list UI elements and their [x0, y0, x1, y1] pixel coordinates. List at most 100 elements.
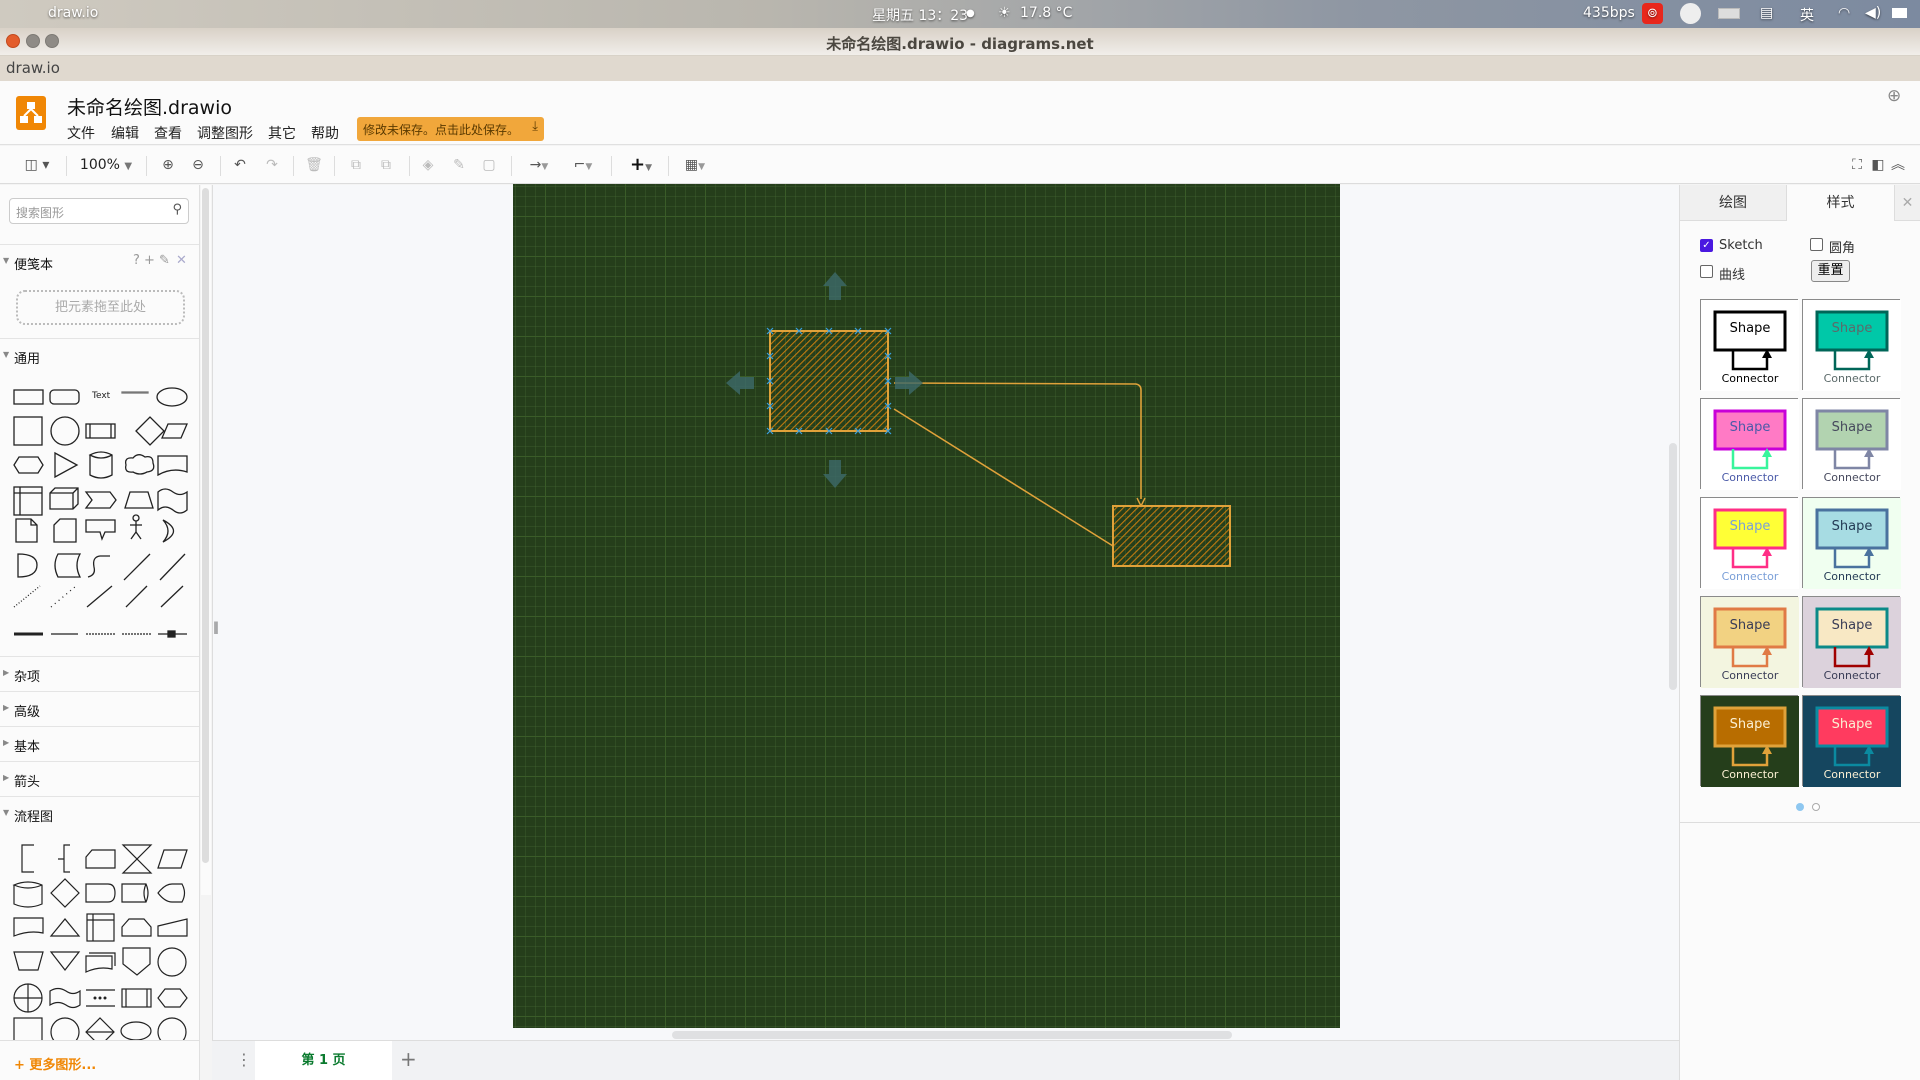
- help-icon[interactable]: ?: [133, 253, 140, 268]
- undo-button[interactable]: ↶: [230, 154, 250, 176]
- style-theme-7[interactable]: Shape Connector: [1700, 596, 1799, 688]
- tab-diagram[interactable]: 绘图: [1680, 185, 1787, 221]
- close-icon[interactable]: ✕: [176, 253, 187, 268]
- fullscreen-button[interactable]: ⛶: [1848, 154, 1866, 176]
- collapse-header-button[interactable]: ︽: [1889, 154, 1907, 176]
- wifi-icon[interactable]: ◠: [1838, 5, 1850, 21]
- keyboard-icon[interactable]: [1718, 8, 1740, 19]
- menu-edit[interactable]: 编辑: [111, 123, 139, 143]
- section-general[interactable]: ▼ 通用: [0, 338, 199, 373]
- edge-arrowhead: [1136, 497, 1146, 508]
- music-app-icon[interactable]: ⊚: [1642, 3, 1663, 24]
- shape-search-input[interactable]: 搜索图形 ⚲: [9, 198, 189, 224]
- style-theme-3[interactable]: Shape Connector: [1700, 398, 1799, 490]
- page-tab-1[interactable]: 第 1 页: [255, 1041, 392, 1080]
- zoom-in-button[interactable]: ⊕: [158, 154, 178, 176]
- theme-page-dot-active[interactable]: [1796, 803, 1804, 811]
- fc-sequential-data: [50, 1017, 80, 1040]
- zoom-select[interactable]: 100% ▼: [76, 154, 136, 176]
- reset-style-button[interactable]: 重置: [1811, 260, 1850, 282]
- scratchpad-title: 便笺本: [14, 258, 54, 273]
- zoom-out-button[interactable]: ⊖: [188, 154, 208, 176]
- toolbar-separator: [334, 156, 335, 176]
- sketch-checkbox[interactable]: ✓: [1700, 239, 1713, 252]
- volume-icon[interactable]: ◀): [1865, 5, 1881, 21]
- style-theme-9[interactable]: Shape Connector: [1700, 695, 1799, 787]
- to-front-button[interactable]: ⧉: [346, 154, 366, 176]
- style-theme-6[interactable]: Shape Connector: [1802, 497, 1901, 589]
- tab-style[interactable]: 样式: [1787, 185, 1894, 221]
- shape-rounded-rectangle: [49, 389, 80, 405]
- horizontal-scrollbar[interactable]: [672, 1031, 1232, 1039]
- waypoints-button[interactable]: ⌐▼: [566, 154, 600, 176]
- scratchpad-section-header[interactable]: ▼ 便笺本 ? + ✎ ✕: [0, 244, 199, 279]
- more-shapes-button[interactable]: + 更多图形...: [14, 1054, 96, 1073]
- theme-page-dot[interactable]: [1812, 803, 1820, 811]
- shape-cube: [49, 487, 79, 510]
- add-icon[interactable]: +: [144, 253, 155, 268]
- menu-arrange[interactable]: 调整图形: [197, 123, 253, 143]
- net-speed[interactable]: 435bps: [1583, 5, 1635, 21]
- battery-icon[interactable]: [1892, 8, 1907, 18]
- scratchpad-drop-zone[interactable]: 把元素拖至此处: [16, 290, 185, 325]
- section-advanced[interactable]: ▶ 高级: [0, 691, 199, 726]
- style-theme-5[interactable]: Shape Connector: [1700, 497, 1799, 589]
- style-theme-2[interactable]: Shape Connector: [1802, 299, 1901, 391]
- shape-square: [13, 416, 43, 446]
- clipboard-icon[interactable]: ▤: [1760, 5, 1773, 21]
- add-page-icon[interactable]: +: [400, 1047, 417, 1071]
- fill-color-button[interactable]: ◈: [418, 154, 438, 176]
- search-icon[interactable]: ⚲: [172, 202, 182, 217]
- os-clock[interactable]: 星期五 13：23: [872, 5, 968, 25]
- shape-bidirectional-arrow: [123, 553, 151, 581]
- menu-file[interactable]: 文件: [67, 123, 95, 143]
- hat-app-icon[interactable]: [1680, 3, 1701, 24]
- curved-checkbox[interactable]: [1700, 265, 1713, 278]
- style-theme-10[interactable]: Shape Connector: [1802, 695, 1901, 787]
- menu-view[interactable]: 查看: [154, 123, 182, 143]
- document-title[interactable]: 未命名绘图.drawio: [67, 93, 232, 120]
- pages-menu-icon[interactable]: ⋮: [236, 1050, 252, 1069]
- unsaved-changes-banner[interactable]: 修改未保存。点击此处保存。 ⤓: [357, 117, 544, 141]
- menu-extras[interactable]: 其它: [268, 123, 296, 143]
- close-panel-icon[interactable]: ✕: [1894, 185, 1920, 221]
- section-misc[interactable]: ▶ 杂项: [0, 656, 199, 691]
- shape-line: [86, 585, 113, 608]
- rounded-checkbox[interactable]: [1810, 238, 1823, 251]
- toggle-format-panel-button[interactable]: ◧: [1869, 154, 1887, 176]
- vertical-scrollbar[interactable]: [1669, 443, 1677, 690]
- delete-button[interactable]: 🗑: [304, 154, 324, 176]
- fc-start-2: [157, 1017, 187, 1040]
- waypoints-icon: ⌐: [573, 157, 586, 173]
- section-arrows[interactable]: ▶ 箭头: [0, 761, 199, 796]
- table-button[interactable]: ▦▼: [678, 154, 712, 176]
- language-globe-icon[interactable]: ⊕: [1887, 86, 1901, 106]
- shape-text[interactable]: Text: [92, 391, 110, 401]
- sidebar-resize-handle[interactable]: ‖: [213, 620, 225, 645]
- section-flowchart[interactable]: ▼ 流程图: [0, 796, 199, 831]
- input-method[interactable]: 英: [1800, 5, 1814, 25]
- app-menu[interactable]: draw.io: [6, 59, 60, 77]
- os-weather[interactable]: 17.8 °C: [1020, 5, 1072, 21]
- to-back-button[interactable]: ⧉: [376, 154, 396, 176]
- format-panel-button[interactable]: ◫ ▾: [20, 154, 54, 176]
- style-theme-1[interactable]: Shape Connector: [1700, 299, 1799, 391]
- shape-note: [15, 518, 38, 543]
- toolbar-separator: [66, 156, 67, 176]
- window-title: 未命名绘图.drawio - diagrams.net: [826, 35, 1094, 53]
- section-basic[interactable]: ▶ 基本: [0, 726, 199, 761]
- style-theme-4[interactable]: Shape Connector: [1802, 398, 1901, 490]
- sidebar-scrollbar[interactable]: [202, 188, 209, 863]
- redo-button[interactable]: ↷: [262, 154, 282, 176]
- shadow-button[interactable]: ▢: [479, 154, 499, 176]
- edit-icon[interactable]: ✎: [159, 253, 170, 268]
- line-color-button[interactable]: ✎: [448, 154, 470, 176]
- fc-extract: [49, 918, 81, 937]
- search-placeholder: 搜索图形: [16, 206, 65, 220]
- menu-help[interactable]: 帮助: [311, 123, 339, 143]
- diagram-page[interactable]: [513, 184, 1340, 1028]
- style-theme-8[interactable]: Shape Connector: [1802, 596, 1901, 688]
- os-app-name[interactable]: draw.io: [48, 5, 98, 21]
- connection-style-button[interactable]: →▼: [522, 154, 556, 176]
- insert-button[interactable]: +▼: [624, 154, 658, 176]
